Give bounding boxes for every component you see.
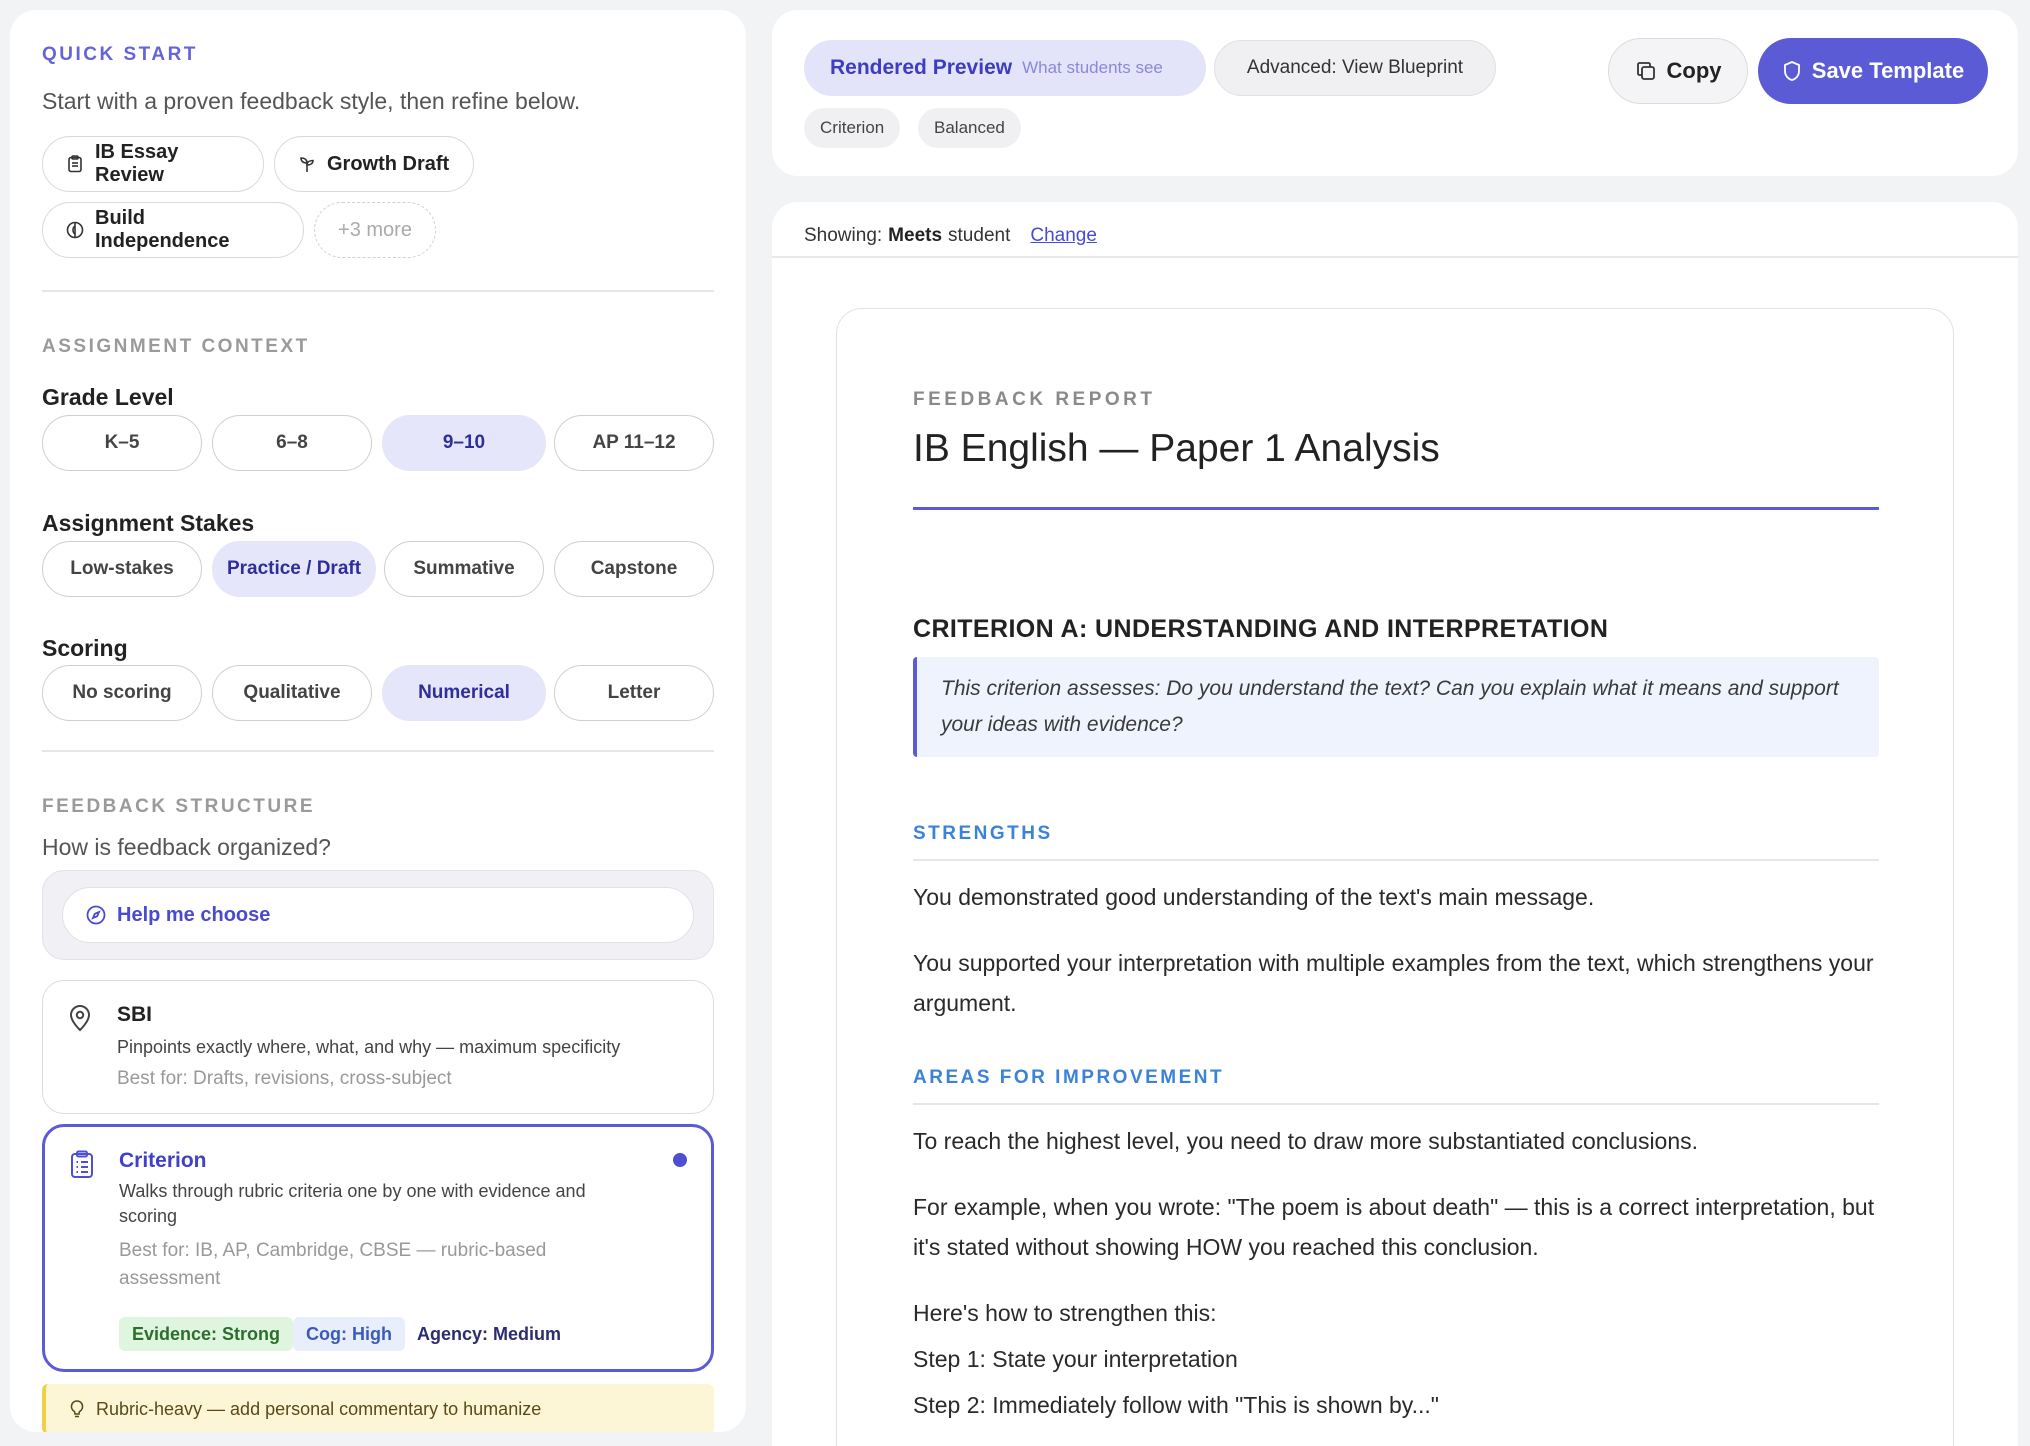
compass-half-icon: [65, 220, 85, 240]
assignment-stakes-title: Assignment Stakes: [42, 510, 255, 536]
divider: [42, 750, 714, 752]
feedback-structure-question: How is feedback organized?: [42, 834, 331, 860]
scoring-title: Scoring: [42, 635, 128, 661]
settings-panel: QUICK START Start with a proven feedback…: [10, 10, 746, 1432]
preset-build-independence-button[interactable]: Build Independence: [42, 202, 304, 258]
tab-label: Rendered Preview: [830, 56, 1013, 79]
improvement-paragraph: For example, when you wrote: "The poem i…: [913, 1194, 1875, 1260]
option-description: Walks through rubric criteria one by one…: [119, 1181, 586, 1226]
tip-text: Rubric-heavy — add personal commentary t…: [96, 1398, 542, 1419]
tag-cognitive: Cog: High: [293, 1317, 405, 1351]
save-label: Save Template: [1811, 58, 1965, 83]
showing-suffix: student: [948, 225, 1011, 246]
quick-start-subtitle: Start with a proven feedback style, then…: [42, 88, 581, 114]
criterion-description: This criterion assesses: Do you understa…: [913, 657, 1879, 757]
option-best-for: Best for: IB, AP, Cambridge, CBSE — rubr…: [119, 1240, 547, 1289]
grade-option-6-8[interactable]: 6–8: [212, 415, 372, 471]
stakes-option-summative[interactable]: Summative: [384, 541, 544, 597]
change-level-link[interactable]: Change: [1030, 225, 1097, 247]
structure-option-criterion[interactable]: Criterion Walks through rubric criteria …: [42, 1124, 714, 1372]
selected-indicator: [673, 1153, 687, 1167]
preview-toolbar: Rendered Preview What students see Advan…: [772, 10, 2018, 176]
showing-bar: Showing: Meets student Change: [804, 216, 1097, 256]
tag-agency: Agency: Medium: [417, 1323, 562, 1344]
clipboard-list-icon: [67, 1149, 97, 1179]
quick-start-label: QUICK START: [42, 44, 198, 65]
help-me-choose-button[interactable]: Help me choose: [62, 887, 694, 943]
chip-balanced: Balanced: [918, 108, 1021, 148]
scoring-option-letter[interactable]: Letter: [554, 665, 714, 721]
preset-growth-draft-button[interactable]: Growth Draft: [274, 136, 474, 192]
stakes-option-capstone[interactable]: Capstone: [554, 541, 714, 597]
showing-prefix: Showing:: [804, 225, 883, 246]
title-rule: [913, 507, 1879, 510]
shield-icon: [1782, 60, 1802, 82]
grade-level-title: Grade Level: [42, 384, 174, 410]
strength-paragraph: You supported your interpretation with m…: [913, 950, 1874, 1016]
improvement-paragraph: To reach the highest level, you need to …: [913, 1128, 1699, 1154]
feedback-report-document: FEEDBACK REPORT IB English — Paper 1 Ana…: [836, 308, 1954, 1446]
preview-area: Showing: Meets student Change FEEDBACK R…: [772, 202, 2018, 1446]
more-presets-button[interactable]: +3 more: [314, 202, 436, 258]
feedback-structure-label: FEEDBACK STRUCTURE: [42, 796, 315, 817]
assignment-context-label: ASSIGNMENT CONTEXT: [42, 336, 310, 357]
divider: [913, 859, 1879, 861]
preset-label: IB Essay Review: [95, 141, 179, 186]
improvement-paragraph: Here's how to strengthen this:: [913, 1300, 1217, 1326]
showing-level: Meets: [888, 225, 943, 246]
lightbulb-icon: [68, 1399, 86, 1419]
divider: [772, 256, 2018, 258]
report-title: IB English — Paper 1 Analysis: [913, 427, 1440, 470]
criterion-heading: CRITERION A: UNDERSTANDING AND INTERPRET…: [913, 615, 1609, 643]
scoring-option-none[interactable]: No scoring: [42, 665, 202, 721]
save-template-button[interactable]: Save Template: [1758, 38, 1988, 104]
preset-label: Growth Draft: [327, 152, 450, 175]
scoring-option-qualitative[interactable]: Qualitative: [212, 665, 372, 721]
divider: [42, 290, 714, 292]
preset-label: Build Independence: [95, 207, 230, 252]
option-description: Pinpoints exactly where, what, and why —…: [117, 1037, 621, 1057]
option-best-for: Best for: Drafts, revisions, cross-subje…: [117, 1068, 452, 1089]
option-title: SBI: [117, 1003, 153, 1026]
strength-paragraph: You demonstrated good understanding of t…: [913, 884, 1595, 910]
improvement-heading: AREAS FOR IMPROVEMENT: [913, 1067, 1225, 1088]
improvement-step: Step 2: Immediately follow with "This is…: [913, 1392, 1439, 1418]
option-title: Criterion: [119, 1149, 207, 1172]
scoring-option-numerical[interactable]: Numerical: [382, 665, 546, 721]
copy-label: Copy: [1666, 58, 1722, 83]
tab-rendered-preview[interactable]: Rendered Preview What students see: [804, 40, 1206, 96]
strengths-heading: STRENGTHS: [913, 823, 1053, 844]
improvement-step: Step 1: State your interpretation: [913, 1346, 1238, 1372]
grade-option-9-10[interactable]: 9–10: [382, 415, 546, 471]
sprout-icon: [297, 154, 317, 174]
tab-advanced-blueprint[interactable]: Advanced: View Blueprint: [1214, 40, 1496, 96]
tag-evidence: Evidence: Strong: [119, 1317, 294, 1351]
chip-criterion: Criterion: [804, 108, 901, 148]
copy-button[interactable]: Copy: [1608, 38, 1748, 104]
structure-tip: Rubric-heavy — add personal commentary t…: [42, 1384, 714, 1432]
grade-option-ap-11-12[interactable]: AP 11–12: [554, 415, 714, 471]
clipboard-icon: [65, 154, 85, 174]
stakes-option-practice-draft[interactable]: Practice / Draft: [212, 541, 376, 597]
report-label: FEEDBACK REPORT: [913, 389, 1156, 410]
copy-icon: [1635, 60, 1657, 82]
stakes-option-low[interactable]: Low-stakes: [42, 541, 202, 597]
preset-ib-essay-review-button[interactable]: IB Essay Review: [42, 136, 264, 192]
help-choose-container: Help me choose: [42, 870, 714, 960]
map-pin-icon: [65, 1003, 95, 1033]
help-me-choose-label: Help me choose: [117, 903, 271, 926]
grade-option-k5[interactable]: K–5: [42, 415, 202, 471]
structure-option-sbi[interactable]: SBI Pinpoints exactly where, what, and w…: [42, 980, 714, 1114]
compass-icon: [85, 904, 107, 926]
tab-hint: What students see: [1022, 58, 1163, 77]
divider: [913, 1103, 1879, 1105]
